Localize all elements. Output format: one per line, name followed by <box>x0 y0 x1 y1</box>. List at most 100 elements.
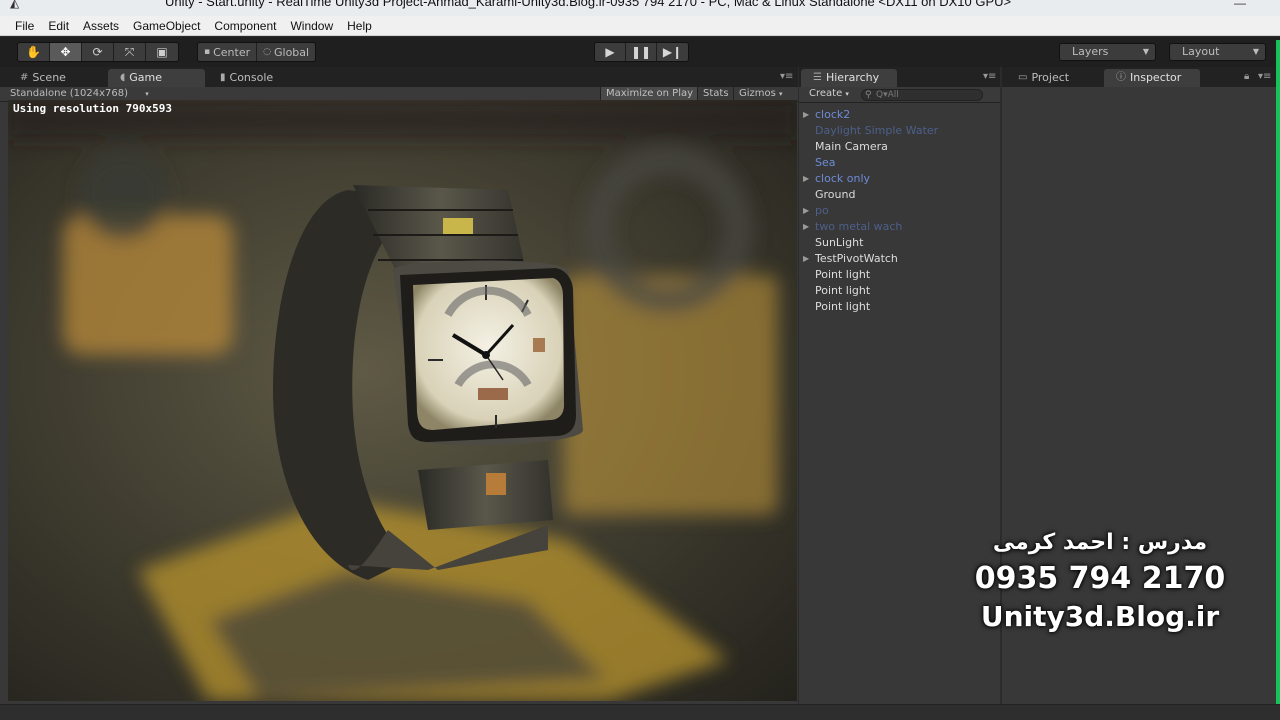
hierarchy-item[interactable]: Ground <box>803 187 938 203</box>
menu-assets[interactable]: Assets <box>76 16 126 36</box>
rendered-scene <box>8 100 797 701</box>
menu-window[interactable]: Window <box>283 16 340 36</box>
globe-icon: ◌ <box>263 47 271 57</box>
hierarchy-tabs: ☰ Hierarchy ▾≡ <box>799 67 1000 87</box>
create-label: Create <box>809 88 843 99</box>
hierarchy-item-label: SunLight <box>815 236 864 249</box>
step-button[interactable]: ▶❙ <box>657 43 688 61</box>
foldout-arrow-icon[interactable]: ▶ <box>803 107 809 123</box>
hierarchy-item[interactable]: ▶ clock2 <box>803 107 938 123</box>
hierarchy-item-label: clock2 <box>815 108 851 121</box>
gizmos-dropdown[interactable]: Gizmos ▾ <box>733 87 788 101</box>
hierarchy-item[interactable]: Point light <box>803 299 938 315</box>
menu-gameobject[interactable]: GameObject <box>126 16 207 36</box>
chevron-down-icon: ▾ <box>145 90 149 98</box>
hierarchy-search-input[interactable]: ⚲ Q▾All <box>861 89 983 101</box>
layout-dropdown[interactable]: Layout ▼ <box>1169 43 1266 61</box>
pause-button[interactable]: ❚❚ <box>626 43 657 61</box>
tab-hierarchy[interactable]: ☰ Hierarchy <box>801 69 897 87</box>
window-title: Unity - Start.unity - RealTime Unity3d P… <box>165 0 1012 9</box>
tab-game[interactable]: ◖ Game <box>108 69 205 87</box>
menu-help[interactable]: Help <box>340 16 379 36</box>
chevron-down-icon: ▾ <box>845 90 849 98</box>
status-bar <box>0 704 1280 720</box>
menu-file[interactable]: File <box>8 16 41 36</box>
pivot-toggles: ▪ Center ◌ Global <box>197 42 317 62</box>
hierarchy-item[interactable]: ▶ clock only <box>803 171 938 187</box>
game-panel-tabs: # Scene ◖ Game ▮ Console ▾≡ <box>0 67 798 87</box>
foldout-arrow-icon[interactable]: ▶ <box>803 171 809 187</box>
instructor-phone: 0935 794 2170 <box>974 561 1226 596</box>
space-global-toggle[interactable]: ◌ Global <box>257 43 315 61</box>
minimize-button[interactable]: — <box>1226 0 1254 10</box>
stats-toggle[interactable]: Stats <box>697 87 734 101</box>
playback-controls: ▶ ❚❚ ▶❙ <box>594 42 689 62</box>
instructor-name: مدرس : احمد کرمی <box>992 530 1208 555</box>
rect-icon[interactable]: ▣ <box>146 43 178 61</box>
scale-icon[interactable]: ⤧ <box>114 43 146 61</box>
watch-model <box>273 185 583 580</box>
hierarchy-item-label: clock only <box>815 172 871 185</box>
menu-edit[interactable]: Edit <box>41 16 76 36</box>
tab-inspector[interactable]: ⓘ Inspector <box>1104 69 1200 87</box>
tab-game-label: Game <box>129 71 163 84</box>
hierarchy-item[interactable]: SunLight <box>803 235 938 251</box>
layers-dropdown[interactable]: Layers ▼ <box>1059 43 1156 61</box>
tab-project-label: Project <box>1031 71 1070 84</box>
tab-console-label: Console <box>229 71 274 84</box>
tab-scene[interactable]: # Scene <box>8 69 78 87</box>
hierarchy-item[interactable]: Point light <box>803 267 938 283</box>
instructor-watermark: مدرس : احمد کرمی 0935 794 2170 Unity3d.B… <box>960 530 1240 633</box>
hierarchy-item[interactable]: ▶ po <box>803 203 938 219</box>
play-icon: ▶ <box>605 45 615 59</box>
rotate-icon[interactable]: ⟳ <box>82 43 114 61</box>
chevron-down-icon: ▾ <box>779 90 783 98</box>
resolution-label: Standalone (1024x768) <box>10 88 129 99</box>
create-dropdown[interactable]: Create ▾ <box>809 88 849 99</box>
panel-menu-icon[interactable]: ▾≡ <box>983 71 996 82</box>
chevron-down-icon: ▼ <box>1252 47 1259 56</box>
panel-menu-icon[interactable]: ▾≡ <box>780 71 793 82</box>
hierarchy-item[interactable]: ▶ two metal wach <box>803 219 938 235</box>
hierarchy-item[interactable]: ▶ TestPivotWatch <box>803 251 938 267</box>
hierarchy-item[interactable]: Point light <box>803 283 938 299</box>
hierarchy-item-label: Sea <box>815 156 836 169</box>
using-resolution-label: Using resolution 790x593 <box>13 102 172 115</box>
space-global-label: Global <box>274 45 310 59</box>
play-button[interactable]: ▶ <box>595 43 626 61</box>
tab-project[interactable]: ▭ Project <box>1006 69 1081 87</box>
hierarchy-item[interactable]: Daylight Simple Water <box>803 123 938 139</box>
gizmos-label: Gizmos <box>739 88 776 99</box>
hierarchy-item-label: two metal wach <box>815 220 903 233</box>
pivot-center-toggle[interactable]: ▪ Center <box>198 43 258 61</box>
hand-icon[interactable]: ✋ <box>18 43 50 61</box>
info-icon: ⓘ <box>1116 72 1126 83</box>
panel-menu-icon[interactable]: ▾≡ <box>1258 71 1271 82</box>
unity-logo-icon: ◭ <box>10 0 20 10</box>
game-viewport[interactable] <box>8 100 797 701</box>
list-icon: ☰ <box>813 72 822 83</box>
hierarchy-item-label: po <box>815 204 829 217</box>
hierarchy-item-label: Ground <box>815 188 856 201</box>
maximize-on-play-toggle[interactable]: Maximize on Play <box>600 87 699 101</box>
move-icon[interactable]: ✥ <box>50 43 82 61</box>
lock-icon[interactable]: 🔒︎ <box>1244 71 1249 82</box>
hierarchy-item-label: Point light <box>815 268 871 281</box>
foldout-arrow-icon[interactable]: ▶ <box>803 219 809 235</box>
hierarchy-list: ▶ clock2 Daylight Simple Water Main Camer… <box>803 107 938 315</box>
grid-icon: # <box>20 72 29 83</box>
search-placeholder: Q▾All <box>876 90 899 100</box>
hierarchy-item[interactable]: Main Camera <box>803 139 938 155</box>
main-toolbar: ✋ ✥ ⟳ ⤧ ▣ ▪ Center ◌ Global ▶ ❚❚ ▶❙ Laye… <box>0 37 1280 67</box>
foldout-arrow-icon[interactable]: ▶ <box>803 251 809 267</box>
menu-component[interactable]: Component <box>207 16 283 36</box>
layers-label: Layers <box>1072 45 1109 58</box>
search-icon: ⚲ <box>865 90 872 100</box>
foldout-arrow-icon[interactable]: ▶ <box>803 203 809 219</box>
hierarchy-item[interactable]: Sea <box>803 155 938 171</box>
inspector-tabs: ▭ Project ⓘ Inspector 🔒︎ ▾≡ <box>1002 67 1276 87</box>
tab-console[interactable]: ▮ Console <box>208 69 285 87</box>
screen-edge-accent <box>1276 40 1280 705</box>
chevron-down-icon: ▼ <box>1142 47 1149 56</box>
resolution-dropdown[interactable]: Standalone (1024x768) ▾ <box>10 88 149 99</box>
